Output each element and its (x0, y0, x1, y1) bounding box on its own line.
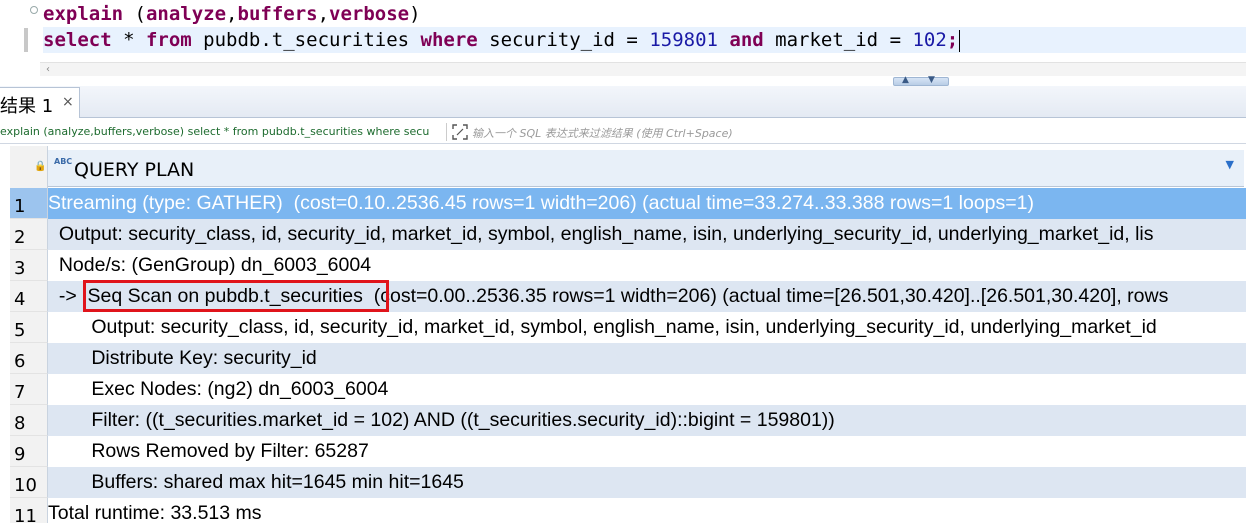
row-number[interactable]: 11 (10, 498, 48, 523)
result-query-text: explain (analyze,buffers,verbose) select… (0, 125, 430, 138)
kw-from: from (145, 29, 192, 51)
expand-filter-icon[interactable] (451, 123, 469, 141)
token: , (317, 3, 330, 25)
table-row[interactable]: 11 Total runtime: 33.513 ms (10, 498, 1246, 523)
table-row[interactable]: 1 Streaming (type: GATHER) (cost=0.10..25… (10, 188, 1246, 219)
literal-number: 102 (912, 29, 947, 51)
token: ( (123, 3, 146, 25)
kw-where: where (420, 29, 478, 51)
table-row[interactable]: 2 Output: security_class, id, security_i… (10, 219, 1246, 250)
token: market_id = (763, 29, 913, 51)
row-number[interactable]: 9 (10, 436, 48, 467)
chevron-down-icon[interactable]: ▼ (928, 75, 935, 85)
sql-editor[interactable]: explain (analyze,buffers,verbose) select… (0, 0, 1246, 62)
column-title: QUERY PLAN (74, 159, 195, 181)
fold-marker-icon[interactable] (30, 6, 38, 14)
divider (446, 123, 447, 141)
editor-line-2[interactable]: select * from pubdb.t_securities where s… (43, 27, 1246, 53)
editor-horizontal-scrollbar[interactable]: ‹ (40, 62, 1246, 76)
results-filter-bar: explain (analyze,buffers,verbose) select… (0, 120, 1246, 144)
table-row[interactable]: 7 Exec Nodes: (ng2) dn_6003_6004 (10, 374, 1246, 405)
tab-label: 结果 1 (0, 96, 54, 117)
text-type-icon: ABC (54, 157, 73, 166)
scroll-left-icon[interactable]: ‹ (46, 63, 50, 77)
row-number[interactable]: 7 (10, 374, 48, 405)
chevron-up-icon[interactable]: ▲ (902, 75, 909, 85)
results-tabbar: 结果 1 × (0, 86, 1246, 118)
query-plan-cell[interactable]: Total runtime: 33.513 ms (48, 498, 1246, 523)
close-icon[interactable]: × (62, 94, 74, 110)
row-number[interactable]: 2 (10, 219, 48, 250)
sort-down-icon[interactable]: ▼ (1226, 158, 1234, 171)
row-number[interactable]: 8 (10, 405, 48, 436)
kw-explain: explain (43, 3, 124, 25)
query-plan-cell[interactable]: Streaming (type: GATHER) (cost=0.10..253… (48, 188, 1246, 219)
filter-input[interactable]: 输入一个 SQL 表达式来过滤结果 (使用 Ctrl+Space) (472, 125, 733, 141)
kw-and: and (729, 29, 764, 51)
table-row[interactable]: 8 Filter: ((t_securities.market_id = 102… (10, 405, 1246, 436)
query-plan-cell[interactable]: Rows Removed by Filter: 65287 (48, 436, 1246, 467)
kw-verbose: verbose (329, 3, 410, 25)
query-plan-cell[interactable]: Output: security_class, id, security_id,… (48, 219, 1246, 250)
query-plan-cell[interactable]: Distribute Key: security_id (48, 343, 1246, 374)
query-plan-cell[interactable]: Buffers: shared max hit=1645 min hit=164… (48, 467, 1246, 498)
table-row[interactable]: 6 Distribute Key: security_id (10, 343, 1246, 374)
row-number[interactable]: 10 (10, 467, 48, 498)
kw-select: select (43, 29, 112, 51)
query-plan-cell[interactable]: Output: security_class, id, security_id,… (48, 312, 1246, 343)
query-plan-cell[interactable]: Node/s: (GenGroup) dn_6003_6004 (48, 250, 1246, 281)
row-number[interactable]: 4 (10, 281, 48, 312)
text-caret (959, 29, 961, 52)
tab-results-1[interactable]: 结果 1 × (0, 87, 80, 118)
current-line-marker (24, 28, 28, 52)
table-row[interactable]: 9 Rows Removed by Filter: 65287 (10, 436, 1246, 467)
row-number[interactable]: 5 (10, 312, 48, 343)
token: security_id = (477, 29, 650, 51)
row-number[interactable]: 3 (10, 250, 48, 281)
query-plan-cell[interactable]: Filter: ((t_securities.market_id = 102) … (48, 405, 1246, 436)
token: ) (409, 3, 421, 25)
table-row[interactable]: 10 Buffers: shared max hit=1645 min hit=… (10, 467, 1246, 498)
token: , (226, 3, 238, 25)
literal-number: 159801 (649, 29, 718, 51)
token: * (111, 29, 146, 51)
token: ; (946, 29, 959, 51)
panel-resize-handle[interactable]: ▲ ▼ (893, 75, 949, 86)
query-plan-cell[interactable]: Exec Nodes: (ng2) dn_6003_6004 (48, 374, 1246, 405)
column-header-query-plan[interactable]: ABC QUERY PLAN ▼ (48, 150, 1244, 187)
table-row[interactable]: 5 Output: security_class, id, security_i… (10, 312, 1246, 343)
row-number[interactable]: 6 (10, 343, 48, 374)
seq-scan-highlight-box (83, 280, 389, 312)
result-grid[interactable]: 🔒 ABC QUERY PLAN ▼ 1 Streaming (type: GAT… (0, 146, 1246, 523)
lock-icon: 🔒 (34, 161, 47, 172)
token: pubdb.t_securities (191, 29, 421, 51)
kw-analyze: analyze (145, 3, 227, 25)
row-number[interactable]: 1 (10, 188, 48, 219)
editor-line-1[interactable]: explain (analyze,buffers,verbose) (43, 1, 421, 27)
kw-buffers: buffers (237, 3, 318, 25)
table-row[interactable]: 3 Node/s: (GenGroup) dn_6003_6004 (10, 250, 1246, 281)
